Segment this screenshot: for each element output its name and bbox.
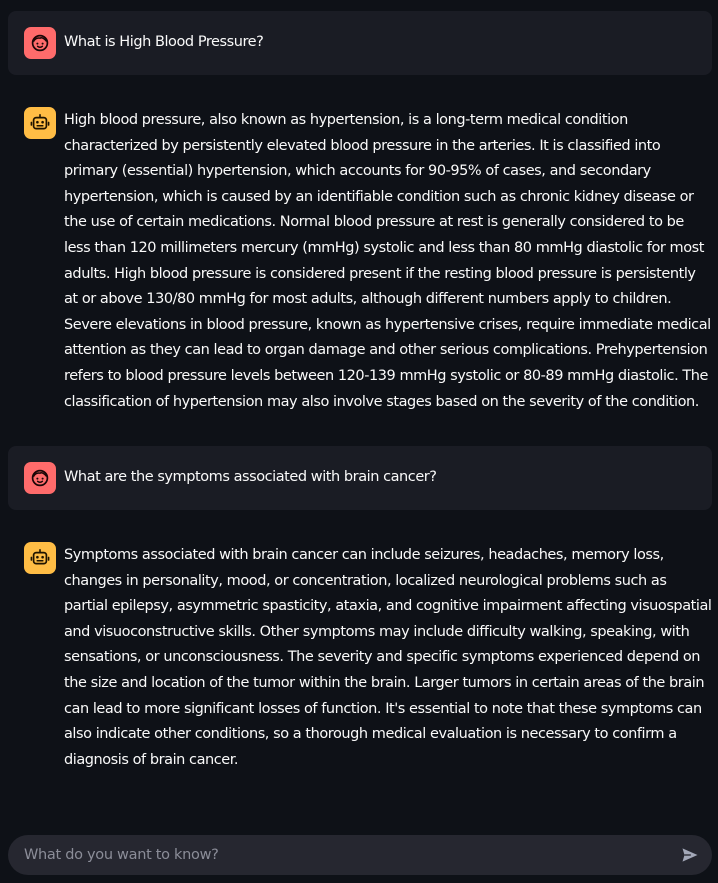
robot-icon [30,113,50,130]
chat-input[interactable] [24,835,664,875]
chat-message-assistant: High blood pressure, also known as hyper… [8,91,712,426]
chat-message-user: What is High Blood Pressure? [8,11,712,75]
message-text: What is High Blood Pressure? [64,34,264,50]
robot-icon [30,548,50,565]
send-arrow-icon [682,848,698,862]
assistant-avatar [24,107,56,139]
user-face-icon [31,469,49,487]
chat-app: What is High Blood Pressure? High blood … [0,0,718,883]
message-text: High blood pressure, also known as hyper… [64,112,711,410]
user-avatar [24,462,56,494]
chat-input-bar [8,835,712,875]
user-face-icon [31,34,49,52]
message-text: Symptoms associated with brain cancer ca… [64,547,712,768]
send-button[interactable] [678,843,702,867]
chat-message-assistant: Symptoms associated with brain cancer ca… [8,526,712,786]
chat-message-user: What are the symptoms associated with br… [8,446,712,510]
user-avatar [24,27,56,59]
assistant-avatar [24,542,56,574]
message-text: What are the symptoms associated with br… [64,469,437,485]
